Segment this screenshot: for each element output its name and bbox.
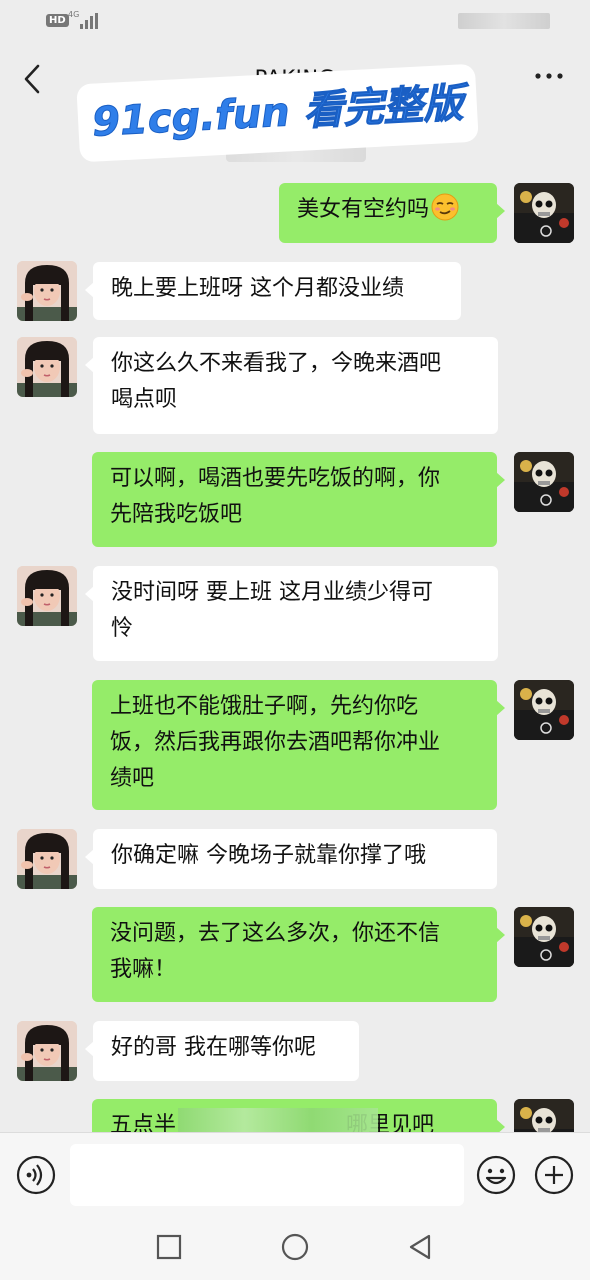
input-bar: [0, 1132, 590, 1217]
home-icon[interactable]: [280, 1232, 310, 1262]
blurred-text: [178, 1108, 378, 1132]
emoji-icon[interactable]: [476, 1155, 516, 1195]
more-icon[interactable]: [534, 68, 564, 84]
contact-avatar[interactable]: [17, 1021, 77, 1081]
my-avatar[interactable]: [514, 1099, 574, 1132]
my-avatar[interactable]: [514, 183, 574, 243]
message-input[interactable]: [70, 1144, 464, 1206]
message-bubble-incoming[interactable]: 没时间呀 要上班 这月业绩少得可怜: [85, 566, 498, 661]
message-bubble-outgoing[interactable]: 可以啊，喝酒也要先吃饭的啊，你 先陪我吃饭吧: [92, 452, 505, 547]
plus-icon[interactable]: [534, 1155, 574, 1195]
message-bubble-incoming[interactable]: 晚上要上班呀 这个月都没业绩: [85, 262, 461, 320]
message-bubble-incoming[interactable]: 好的哥 我在哪等你呢: [85, 1021, 359, 1081]
my-avatar[interactable]: [514, 452, 574, 512]
message-bubble-outgoing[interactable]: 没问题，去了这么多次，你还不信 我嘛！: [92, 907, 505, 1002]
message-bubble-incoming[interactable]: 你这么久不来看我了，今晚来酒吧 喝点呗: [85, 337, 498, 434]
contact-avatar[interactable]: [17, 566, 77, 626]
smirk-emoji-icon: [431, 193, 459, 221]
recent-apps-icon[interactable]: [154, 1232, 184, 1262]
message-bubble-outgoing[interactable]: 美女有空约吗: [279, 183, 505, 243]
my-avatar[interactable]: [514, 680, 574, 740]
message-bubble-incoming[interactable]: 你确定嘛 今晚场子就靠你撑了哦: [85, 829, 497, 889]
back-nav-icon[interactable]: [405, 1232, 435, 1262]
contact-avatar[interactable]: [17, 829, 77, 889]
message-bubble-outgoing[interactable]: 上班也不能饿肚子啊，先约你吃 饭，然后我再跟你去酒吧帮你冲业 绩吧: [92, 680, 505, 810]
chat-area[interactable]: 美女有空约吗 晚上要上班呀 这个月都没业绩 你这么久不来看我了，今晚来酒吧 喝点呗…: [0, 0, 590, 1132]
my-avatar[interactable]: [514, 907, 574, 967]
contact-avatar[interactable]: [17, 337, 77, 397]
system-nav-bar: [0, 1216, 590, 1280]
voice-input-icon[interactable]: [16, 1155, 56, 1195]
contact-avatar[interactable]: [17, 261, 77, 321]
